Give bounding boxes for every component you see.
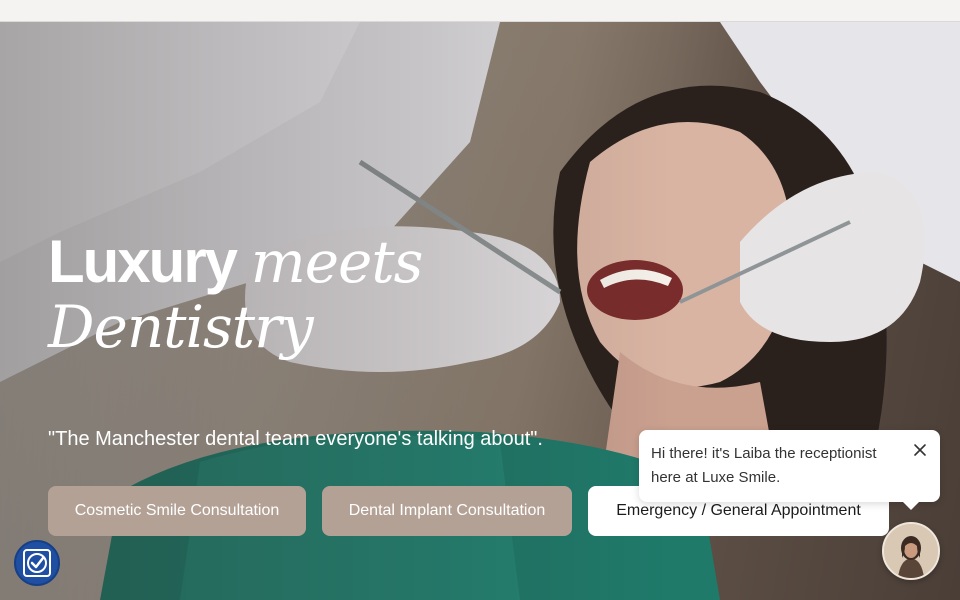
accessibility-button[interactable] xyxy=(14,540,60,586)
hero-headline: Luxury meets Dentistry xyxy=(48,228,424,361)
headline-bold-word: Luxury xyxy=(48,228,238,295)
top-bar xyxy=(0,0,960,22)
close-icon[interactable] xyxy=(912,442,928,458)
headline-line-two: Dentistry xyxy=(48,293,314,361)
dental-implant-consultation-button[interactable]: Dental Implant Consultation xyxy=(322,486,572,536)
chat-message: Hi there! it's Laiba the receptionist he… xyxy=(651,445,877,486)
accessibility-icon xyxy=(23,549,51,577)
receptionist-avatar xyxy=(884,524,938,578)
headline-italic-word: meets xyxy=(250,228,424,296)
chat-launcher-button[interactable] xyxy=(882,522,940,580)
chat-greeting-bubble[interactable]: Hi there! it's Laiba the receptionist he… xyxy=(639,430,940,510)
cosmetic-smile-consultation-button[interactable]: Cosmetic Smile Consultation xyxy=(48,486,306,536)
hero-tagline: "The Manchester dental team everyone's t… xyxy=(48,428,543,450)
